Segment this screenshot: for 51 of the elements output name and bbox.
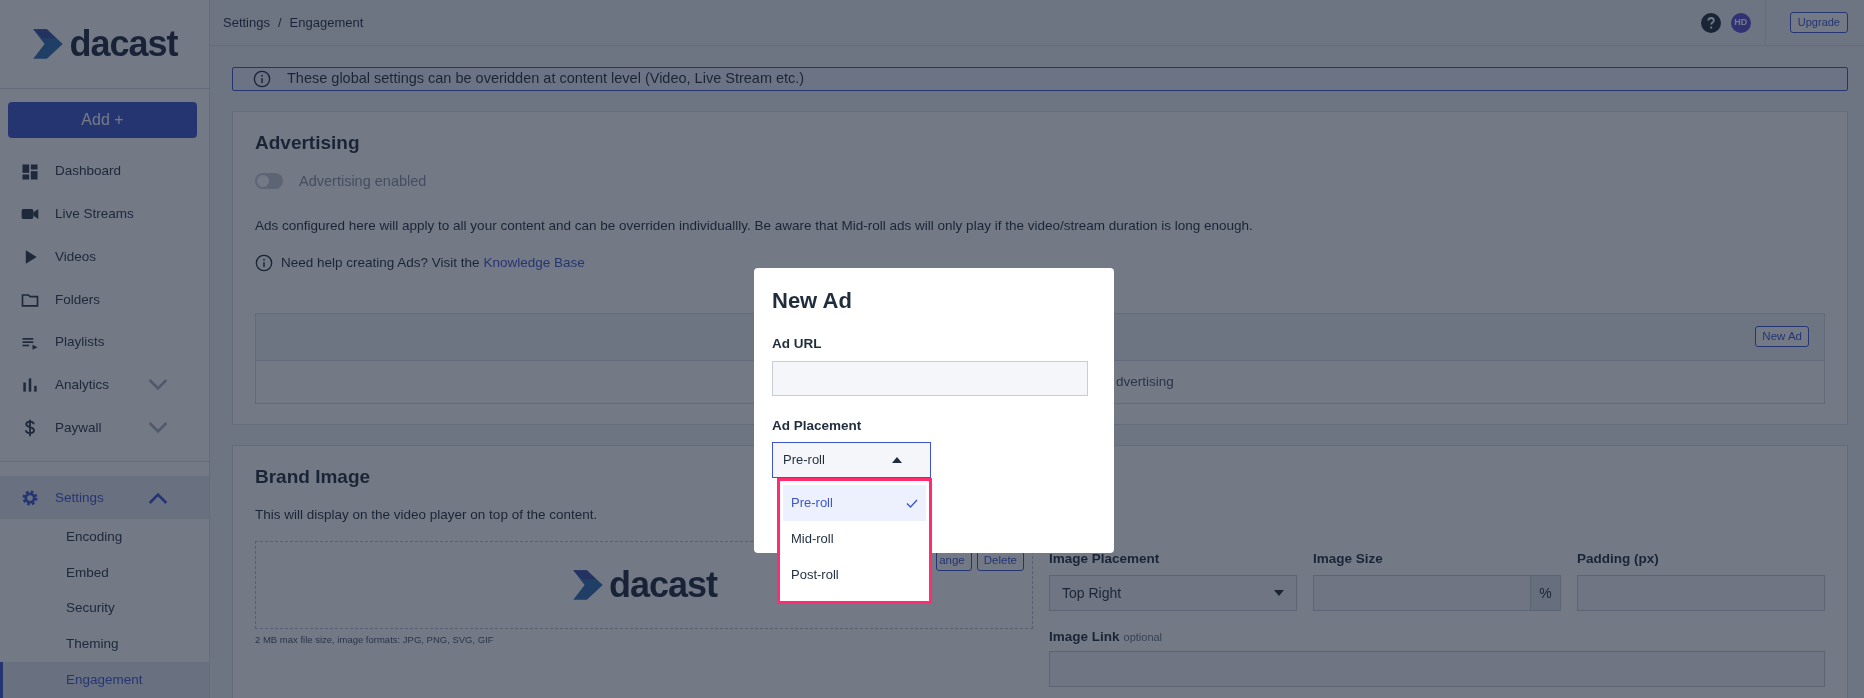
description-text: This will display on the video player on top of the content.: [255, 505, 599, 524]
knowledge-base-link[interactable]: Knowledge Base: [483, 254, 585, 270]
sidebar-item[interactable]: Dashboard: [0, 150, 209, 193]
placement-select[interactable]: Pre-roll: [772, 441, 931, 478]
dialog-title: New Ad: [772, 288, 853, 315]
checkmark-icon: [906, 498, 918, 508]
empty-table-text: dvertising: [1116, 372, 1174, 391]
dropdown-option[interactable]: Pre-roll: [783, 485, 926, 521]
add-button[interactable]: Add +: [8, 102, 197, 139]
help-icon: [1700, 12, 1721, 33]
field-label: Image Size: [1313, 549, 1384, 568]
field-label: Image Placement: [1049, 549, 1161, 568]
info-icon: [253, 69, 271, 88]
percent-suffix: %: [1530, 575, 1561, 612]
ad-url-input[interactable]: [772, 360, 1088, 396]
sidebar-item[interactable]: Videos: [0, 235, 209, 279]
sidebar-item[interactable]: Playlists: [0, 321, 209, 364]
field-label: Padding (px): [1577, 549, 1660, 568]
sidebar-subitem[interactable]: Embed: [0, 554, 209, 591]
placement-select[interactable]: Top Right: [1049, 575, 1297, 612]
sidebar-subitem[interactable]: Encoding: [0, 519, 209, 555]
logo-text: dacast: [69, 22, 178, 67]
info-icon: [255, 253, 273, 272]
avatar[interactable]: HD: [1730, 12, 1751, 33]
sidebar-item[interactable]: Paywall: [0, 406, 209, 450]
new-ad-button[interactable]: New Ad: [1755, 326, 1809, 348]
breadcrumb-separator: /: [278, 13, 282, 32]
caret-up-icon: [892, 456, 902, 463]
sidebar-subitem[interactable]: Engagement: [0, 662, 209, 698]
sidebar-item[interactable]: Analytics: [0, 363, 209, 407]
section-title: Brand Image: [255, 465, 372, 489]
optional-hint: optional: [1123, 630, 1163, 646]
logo-mark-icon: [570, 567, 605, 602]
dropdown-option[interactable]: Post-roll: [783, 557, 926, 593]
logo-text: dacast: [608, 562, 718, 607]
field-label: Ad Placement: [772, 416, 863, 435]
upgrade-button[interactable]: Upgrade: [1789, 12, 1848, 33]
banner-text: These global settings can be overidden at content level (Video, Live Stream etc.): [287, 69, 805, 88]
section-title: Advertising: [255, 131, 361, 155]
description-text: Ads configured here will apply to all your content and can be overriden individuallly. Be aware that Mid-roll ads will only play if the video/stream duration is long enough.: [255, 217, 1254, 236]
sidebar-item[interactable]: Live Streams: [0, 193, 209, 236]
field-label: Image Link: [1049, 628, 1120, 647]
field-label: Ad URL: [772, 335, 823, 354]
breadcrumb-link[interactable]: Engagement: [289, 12, 364, 33]
sidebar-subitem[interactable]: Security: [0, 590, 209, 627]
sidebar-item[interactable]: Folders: [0, 278, 209, 322]
breadcrumb-link[interactable]: Settings: [223, 12, 270, 33]
sidebar-item[interactable]: Settings: [0, 476, 209, 520]
caret-down-icon: [1274, 590, 1284, 597]
help-text: Need help creating Ads? Visit the Knowledge Base: [281, 253, 585, 272]
helper-note: 2 MB max file size, image formats: JPG, PNG, SVG, GIF: [255, 632, 495, 647]
